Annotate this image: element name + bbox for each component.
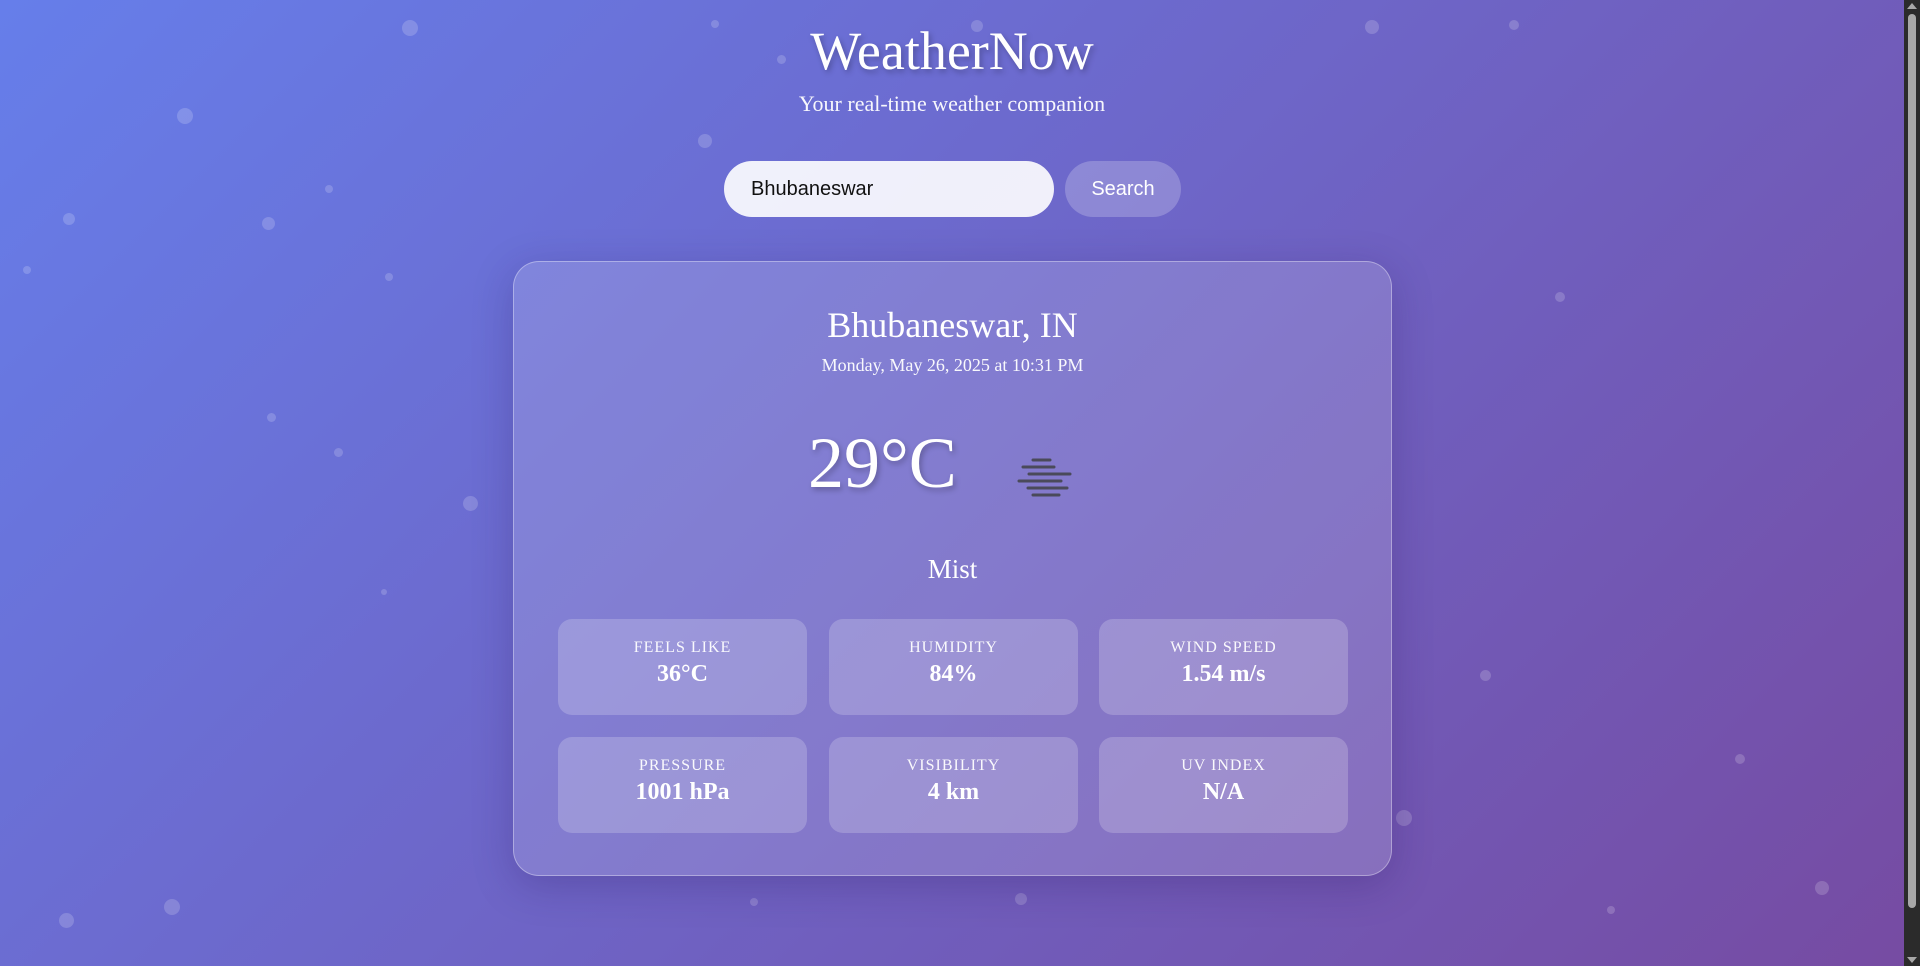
search-button[interactable]: Search [1065, 161, 1181, 217]
city-search-input[interactable] [724, 161, 1054, 217]
scrollbar-thumb[interactable] [1908, 14, 1916, 908]
stat-label: WIND SPEED [1170, 639, 1277, 656]
stat-value: 1.54 m/s [1181, 661, 1266, 687]
stat-value: 4 km [927, 779, 980, 805]
temperature-row: 29°C [514, 422, 1391, 532]
stat-uv-index: UV INDEX N/A [1099, 737, 1348, 833]
app-subtitle: Your real-time weather companion [798, 91, 1106, 116]
weather-app: WeatherNow Your real-time weather compan… [0, 0, 1904, 966]
location-name: Bhubaneswar, IN [827, 305, 1078, 345]
stat-value: N/A [1202, 779, 1245, 805]
stat-wind-speed: WIND SPEED 1.54 m/s [1099, 619, 1348, 715]
stat-value: 36°C [657, 661, 708, 687]
weather-condition: Mist [927, 554, 978, 584]
scroll-up-arrow-icon[interactable] [1907, 3, 1917, 9]
stat-feels-like: FEELS LIKE 36°C [558, 619, 807, 715]
stat-visibility: VISIBILITY 4 km [829, 737, 1078, 833]
date-time: Monday, May 26, 2025 at 10:31 PM [821, 355, 1084, 375]
stat-label: FEELS LIKE [633, 639, 732, 656]
stat-label: PRESSURE [638, 757, 727, 774]
stat-label: HUMIDITY [909, 639, 998, 656]
search-bar: Search [724, 161, 1181, 217]
stat-label: VISIBILITY [906, 757, 1001, 774]
temperature: 29°C [808, 423, 957, 503]
vertical-scrollbar[interactable] [1904, 0, 1920, 966]
stat-value: 1001 hPa [635, 779, 730, 805]
stat-humidity: HUMIDITY 84% [829, 619, 1078, 715]
mist-icon [1009, 452, 1079, 502]
weather-card: Bhubaneswar, IN Monday, May 26, 2025 at … [513, 261, 1392, 876]
stat-label: UV INDEX [1181, 757, 1266, 774]
scroll-down-arrow-icon[interactable] [1907, 957, 1917, 963]
stat-value: 84% [929, 661, 978, 687]
stat-pressure: PRESSURE 1001 hPa [558, 737, 807, 833]
app-title: WeatherNow [810, 21, 1094, 81]
